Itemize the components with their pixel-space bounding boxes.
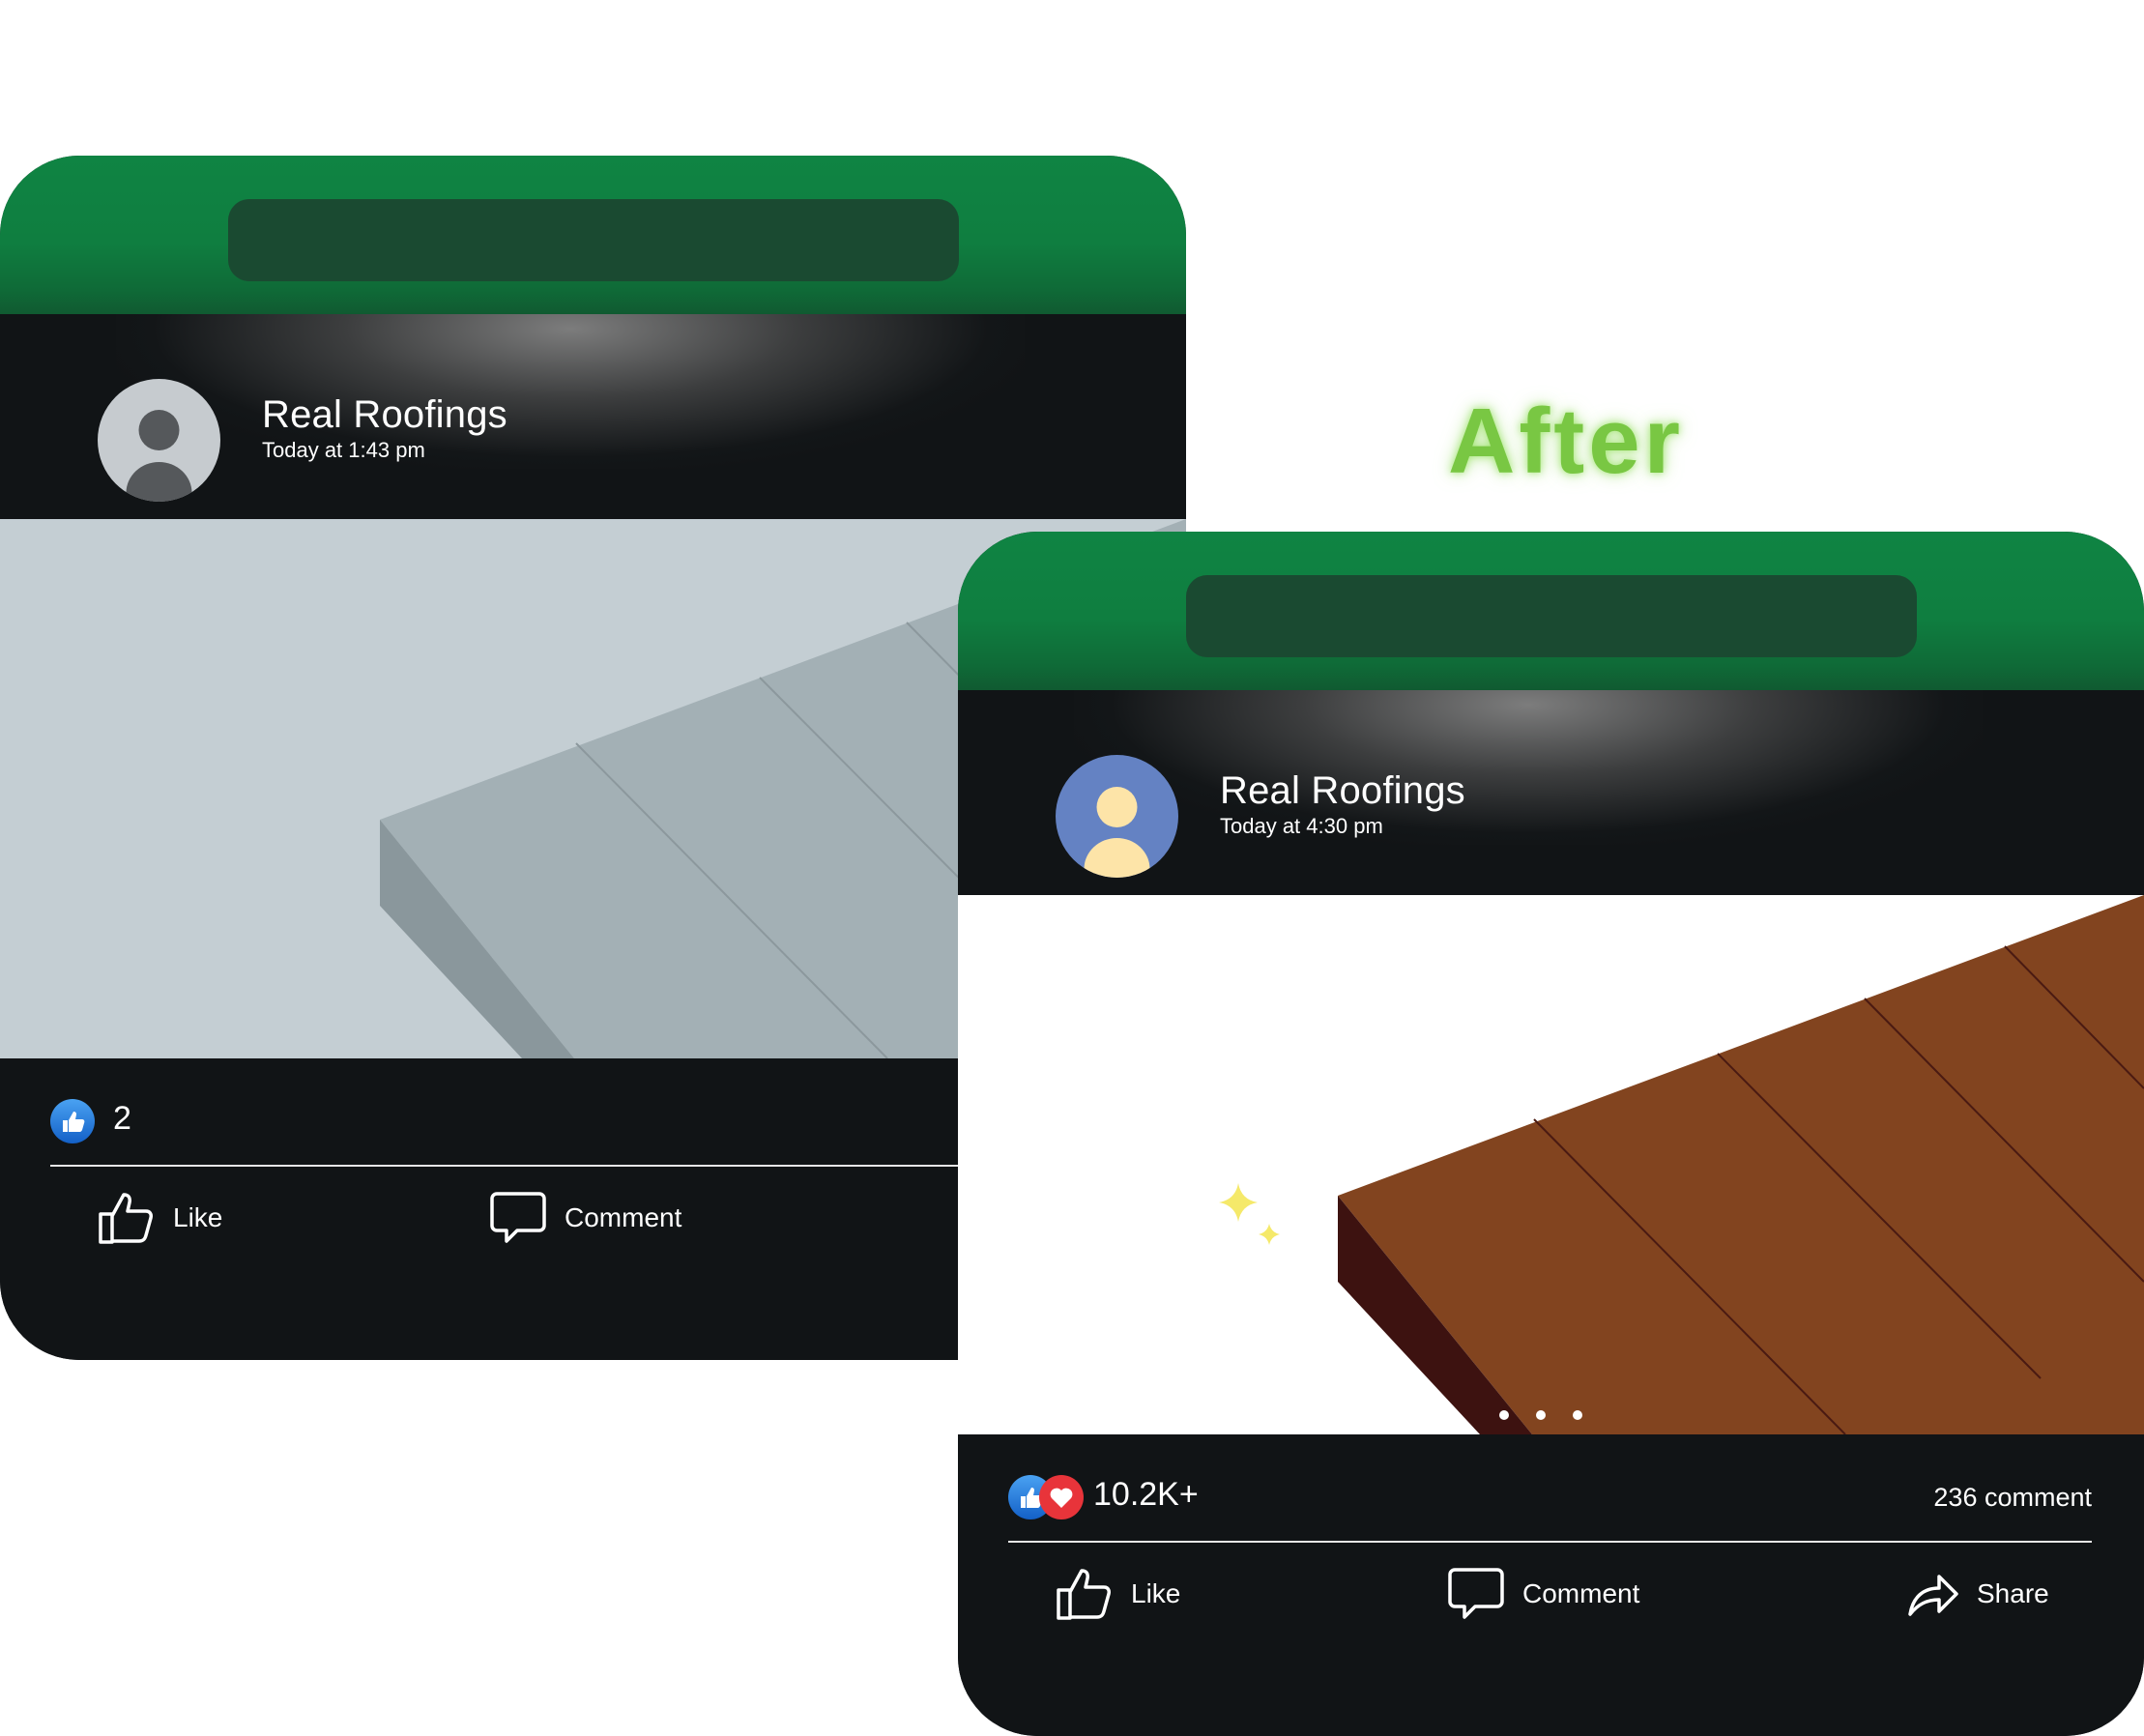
search-bar[interactable] (228, 199, 959, 281)
top-bar (0, 156, 1186, 314)
post-header: Real Roofings Today at 1:43 pm (0, 314, 1186, 519)
header-glow (116, 314, 1025, 469)
like-button[interactable]: Like (1056, 1560, 1180, 1628)
comment-button[interactable]: Comment (1447, 1560, 1639, 1628)
after-label: After (1448, 390, 1685, 493)
like-reaction-icon (50, 1099, 95, 1143)
share-button[interactable]: Share (1907, 1560, 2049, 1628)
like-button[interactable]: Like (98, 1184, 222, 1252)
post-card-after: Real Roofings Today at 4:30 pm 10.2K+ 23… (958, 532, 2144, 1736)
comment-icon (490, 1192, 546, 1243)
reaction-count[interactable]: 2 (113, 1100, 131, 1138)
user-icon (1056, 755, 1178, 878)
post-footer: 10.2K+ 236 comment Like Comment Share (958, 1434, 2144, 1736)
avatar[interactable] (1056, 755, 1178, 878)
thumbs-up-icon (99, 1193, 153, 1244)
post-image-after[interactable] (958, 895, 2144, 1434)
author-name[interactable]: Real Roofings (262, 393, 507, 437)
comment-label: Comment (565, 1202, 682, 1232)
brown-roof-illustration (958, 895, 2144, 1434)
comment-count[interactable]: 236 comment (1933, 1483, 2092, 1513)
post-header: Real Roofings Today at 4:30 pm (958, 690, 2144, 895)
author-name[interactable]: Real Roofings (1220, 769, 1465, 813)
like-label: Like (1131, 1578, 1181, 1608)
comment-label: Comment (1522, 1578, 1640, 1608)
top-bar (958, 532, 2144, 690)
like-label: Like (173, 1202, 223, 1232)
comment-icon (1448, 1568, 1504, 1619)
post-time: Today at 4:30 pm (1220, 814, 1383, 838)
default-user-icon (98, 379, 220, 502)
avatar[interactable] (98, 379, 220, 502)
post-time: Today at 1:43 pm (262, 438, 425, 462)
reaction-count[interactable]: 10.2K+ (1093, 1476, 1199, 1514)
comment-button[interactable]: Comment (489, 1184, 681, 1252)
search-bar[interactable] (1186, 575, 1917, 657)
heart-reaction-icon (1039, 1475, 1084, 1519)
header-glow (1074, 690, 1983, 845)
footer-divider (1008, 1541, 2092, 1543)
share-label: Share (1977, 1578, 2049, 1608)
thumbs-up-icon (1057, 1569, 1111, 1620)
share-icon (1908, 1575, 1958, 1616)
